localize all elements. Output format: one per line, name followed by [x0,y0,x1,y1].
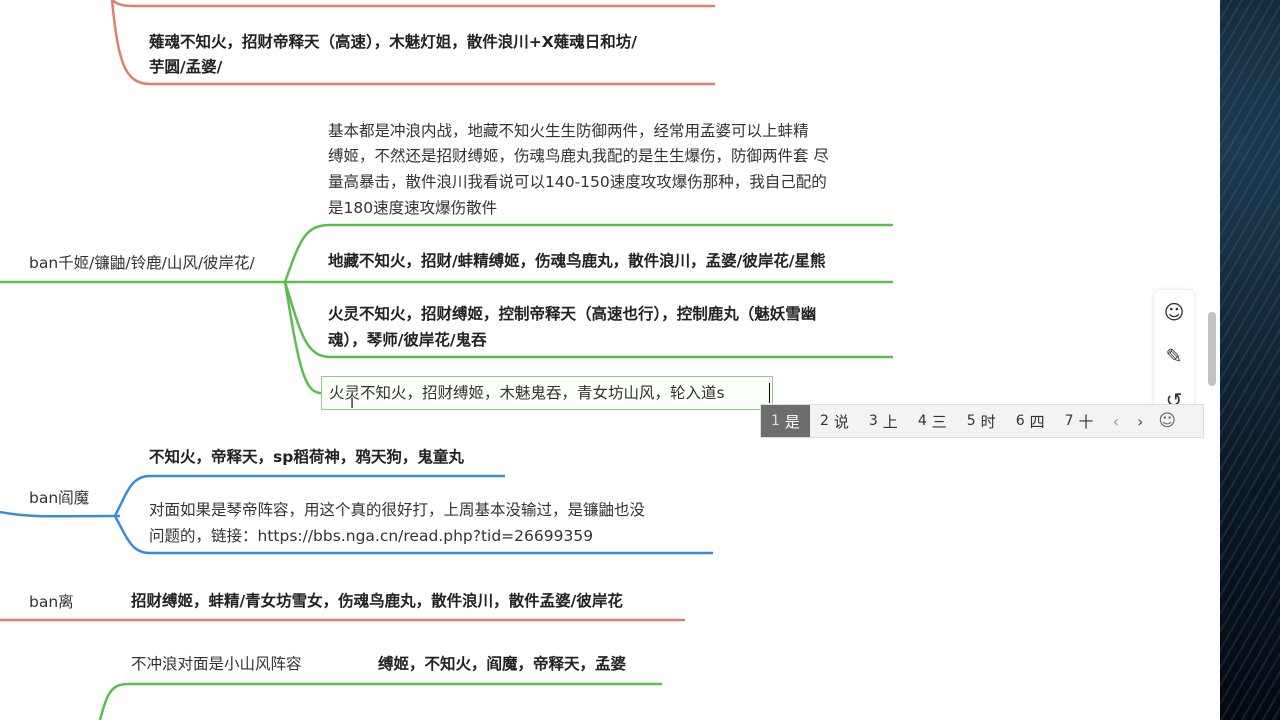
b2-combo[interactable]: 不知火，帝释天，sp稻荷神，鸦天狗，鬼童丸 [149,444,464,470]
b1-combo2-line2[interactable]: 魂），琴师/彼岸花/鬼吞 [328,327,487,353]
b4-note[interactable]: 不冲浪对面是小山风阵容 [131,651,302,677]
ime-candidate-4[interactable]: 4三 [908,405,957,437]
branch-ban-qianji[interactable]: ban千姬/镰鼬/铃鹿/山风/彼岸花/ [29,251,255,273]
b1-note-line1[interactable]: 基本都是冲浪内战，地藏不知火生生防御两件，经常用孟婆可以上蚌精 [328,118,809,144]
b2-note-line1[interactable]: 对面如果是琴帝阵容，用这个真的很好打，上周基本没输过，是镰鼬也没 [149,497,645,523]
emoji-icon[interactable]: ☺ [1154,290,1194,334]
side-toolbar: ☺ ✎ ↺ [1154,290,1194,410]
ime-candidate-3[interactable]: 3上 [859,405,908,437]
edit-note-icon[interactable]: ✎ [1154,334,1194,378]
b1-combo2-line1[interactable]: 火灵不知火，招财缚姬，控制帝释天（高速也行），控制鹿丸（魅妖雪幽 [328,301,816,327]
b1-note-line3[interactable]: 量高暴击，散件浪川我看说可以140-150速度攻攻爆伤那种，我自己配的 [328,169,827,195]
scrollbar-thumb[interactable] [1208,312,1216,386]
connector-b4 [98,682,662,720]
b3-combo[interactable]: 招财缚姬，蚌精/青女坊雪女，伤魂鸟鹿丸，散件浪川，散件孟婆/彼岸花 [131,588,623,614]
ime-next-page-icon[interactable]: › [1128,412,1152,431]
b4-combo[interactable]: 缚姬，不知火，阎魔，帝释天，孟婆 [378,651,626,677]
ime-prev-page-icon[interactable]: ‹ [1104,412,1128,431]
mindmap-canvas[interactable]: 薙魂不知火，招财帝释天（高速），木魅灯姐，散件浪川+X薙魂日和坊/ 芋圆/孟婆/… [0,0,1220,720]
desktop-background [1220,0,1280,720]
ime-candidate-bar: 1是 2说 3上 4三 5时 6四 7十 ‹ › ☺ [760,404,1204,438]
text-caret [769,383,770,403]
b1-combo1[interactable]: 地藏不知火，招财/蚌精缚姬，伤魂鸟鹿丸，散件浪川，孟婆/彼岸花/星熊 [328,248,826,274]
ime-candidate-5[interactable]: 5时 [957,405,1006,437]
connector-b2-root [0,510,120,518]
node-edit-box[interactable]: 火灵不知火，招财缚姬，木魅鬼吞，青女坊山风，轮入道s [321,376,773,410]
ime-candidate-2[interactable]: 2说 [810,405,859,437]
b1-note-line2[interactable]: 缚姬，不然还是招财缚姬，伤魂鸟鹿丸我配的是生生爆伤，防御两件套 尽 [328,143,829,169]
node-edit-text: 火灵不知火，招财缚姬，木魅鬼吞，青女坊山风，轮入道s [329,384,725,402]
b1-note-line4[interactable]: 是180速度速攻爆伤散件 [328,195,497,221]
top-combo-line1[interactable]: 薙魂不知火，招财帝释天（高速），木魅灯姐，散件浪川+X薙魂日和坊/ [149,29,637,55]
ime-candidate-7[interactable]: 7十 [1055,405,1104,437]
ime-candidate-6[interactable]: 6四 [1006,405,1055,437]
connector-top-red-1 [111,0,715,8]
branch-ban-li[interactable]: ban离 [29,590,74,612]
ime-candidate-1[interactable]: 1是 [761,405,810,437]
branch-ban-yanmo[interactable]: ban阎魔 [29,486,89,508]
ime-emoji-icon[interactable]: ☺ [1158,411,1176,431]
top-combo-line2[interactable]: 芋圆/孟婆/ [149,54,222,80]
b2-note-line2[interactable]: 问题的，链接：https://bbs.nga.cn/read.php?tid=2… [149,523,593,549]
ibeam-cursor-icon: I [350,396,355,412]
